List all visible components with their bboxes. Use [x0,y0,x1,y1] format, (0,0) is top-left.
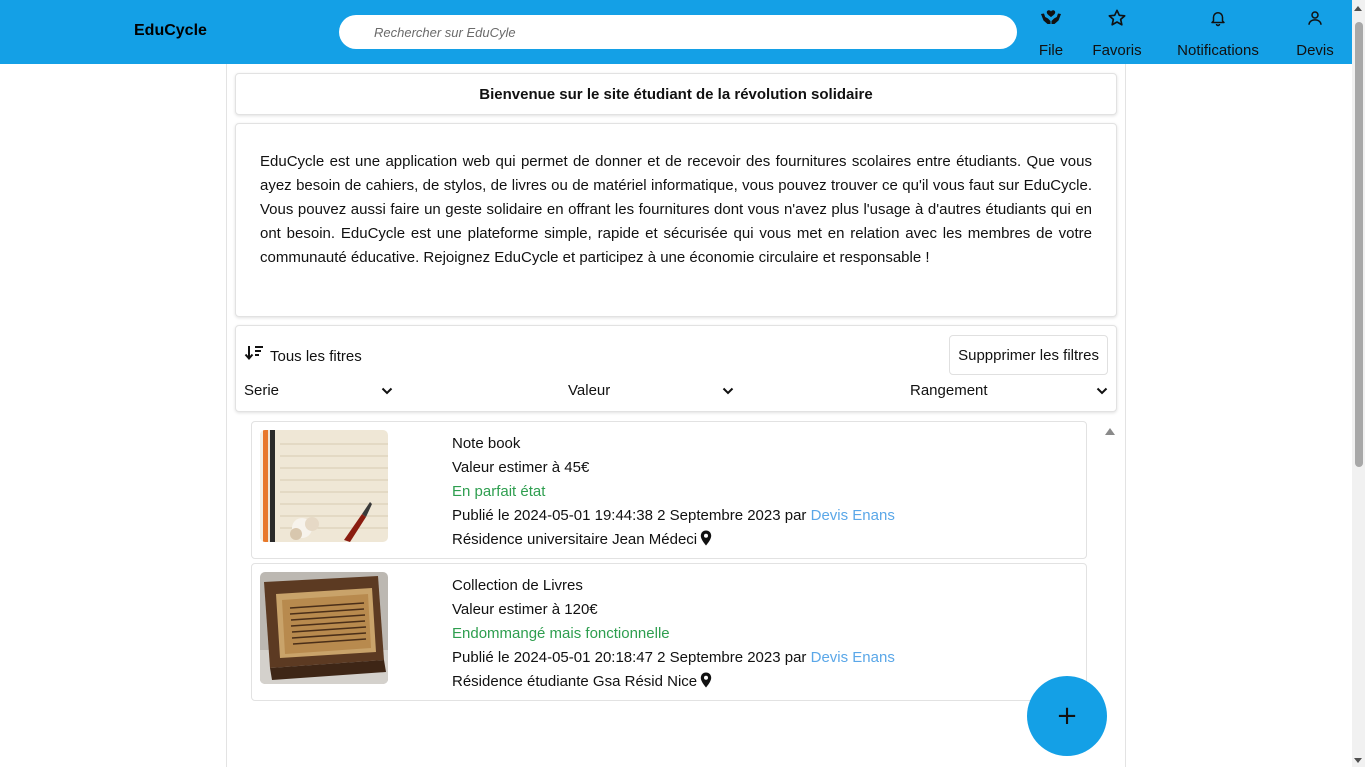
top-navbar: EduCycle File Favoris Notifications Devi… [0,0,1352,64]
nav-notifications-button[interactable]: Notifications [1172,8,1264,59]
user-icon [1293,8,1337,32]
brand-logo[interactable]: EduCycle [134,22,207,40]
map-pin-icon [700,530,712,554]
listings-list: Note book Valeur estimer à 45€ En parfai… [235,420,1117,767]
listing-image-notebook [260,430,388,542]
nav-favoris-label: Favoris [1092,42,1142,59]
listing-location: Résidence étudiante Gsa Résid Nice [452,670,895,696]
page-scrollbar[interactable] [1352,0,1365,767]
rangement-select[interactable]: Rangement [910,382,1108,399]
listing-value: Valeur estimer à 45€ [452,459,590,476]
search-input[interactable] [339,15,1017,49]
chevron-down-icon [722,382,734,399]
listing-condition: En parfait état [452,483,546,500]
listing-condition: Endommangé mais fonctionnelle [452,625,670,642]
bell-icon [1172,8,1264,32]
sort-filter-icon[interactable] [244,344,264,367]
add-item-button[interactable]: + [1027,676,1107,756]
scrollbar-thumb[interactable] [1355,22,1363,467]
nav-favoris-button[interactable]: Favoris [1092,8,1142,59]
listing-published-text: Publié le 2024-05-01 20:18:47 2 Septembr… [452,649,807,666]
valeur-select-label: Valeur [568,382,611,399]
filters-title: Tous les fitres [270,348,362,365]
listing-published: Publié le 2024-05-01 19:44:38 2 Septembr… [452,504,895,528]
listing-value: Valeur estimer à 120€ [452,601,598,618]
star-icon [1092,8,1142,32]
nav-devis-label: Devis [1296,42,1334,59]
about-text: EduCycle est une application web qui per… [235,123,1117,317]
listing-card[interactable]: Note book Valeur estimer à 45€ En parfai… [251,421,1087,559]
hands-heart-icon [1036,8,1066,32]
author-link[interactable]: Devis Enans [811,649,895,666]
plus-icon: + [1056,701,1078,731]
listing-title: Note book [452,435,521,452]
nav-file-button[interactable]: File [1036,8,1066,59]
serie-select-label: Serie [244,382,280,399]
author-link[interactable]: Devis Enans [811,507,895,524]
scroll-up-arrow[interactable] [1354,6,1362,11]
clear-filters-button[interactable]: Suppprimer les filtres [949,335,1108,375]
listing-title: Collection de Livres [452,577,583,594]
scroll-down-arrow[interactable] [1354,758,1362,763]
welcome-banner: Bienvenue sur le site étudiant de la rév… [235,73,1117,115]
nav-devis-button[interactable]: Devis [1293,8,1337,59]
nav-notifications-label: Notifications [1177,42,1259,59]
listing-published: Publié le 2024-05-01 20:18:47 2 Septembr… [452,646,895,670]
nav-file-label: File [1038,42,1064,59]
listing-location-text: Résidence universitaire Jean Médeci [452,531,698,548]
rangement-select-label: Rangement [910,382,988,399]
filters-panel: Tous les fitres Suppprimer les filtres S… [235,325,1117,412]
listing-location: Résidence universitaire Jean Médeci [452,528,895,554]
valeur-select[interactable]: Valeur [568,382,734,399]
serie-select[interactable]: Serie [244,382,393,399]
listing-image-books [260,572,388,684]
chevron-down-icon [1096,382,1108,399]
map-pin-icon [700,672,712,696]
listing-location-text: Résidence étudiante Gsa Résid Nice [452,673,698,690]
listing-card[interactable]: Collection de Livres Valeur estimer à 12… [251,563,1087,701]
listing-info: Note book Valeur estimer à 45€ En parfai… [452,432,895,554]
listing-published-text: Publié le 2024-05-01 19:44:38 2 Septembr… [452,507,807,524]
main-container: Bienvenue sur le site étudiant de la rév… [226,64,1126,767]
listing-info: Collection de Livres Valeur estimer à 12… [452,574,895,696]
list-scroll-up-arrow[interactable] [1105,428,1115,435]
chevron-down-icon [381,382,393,399]
